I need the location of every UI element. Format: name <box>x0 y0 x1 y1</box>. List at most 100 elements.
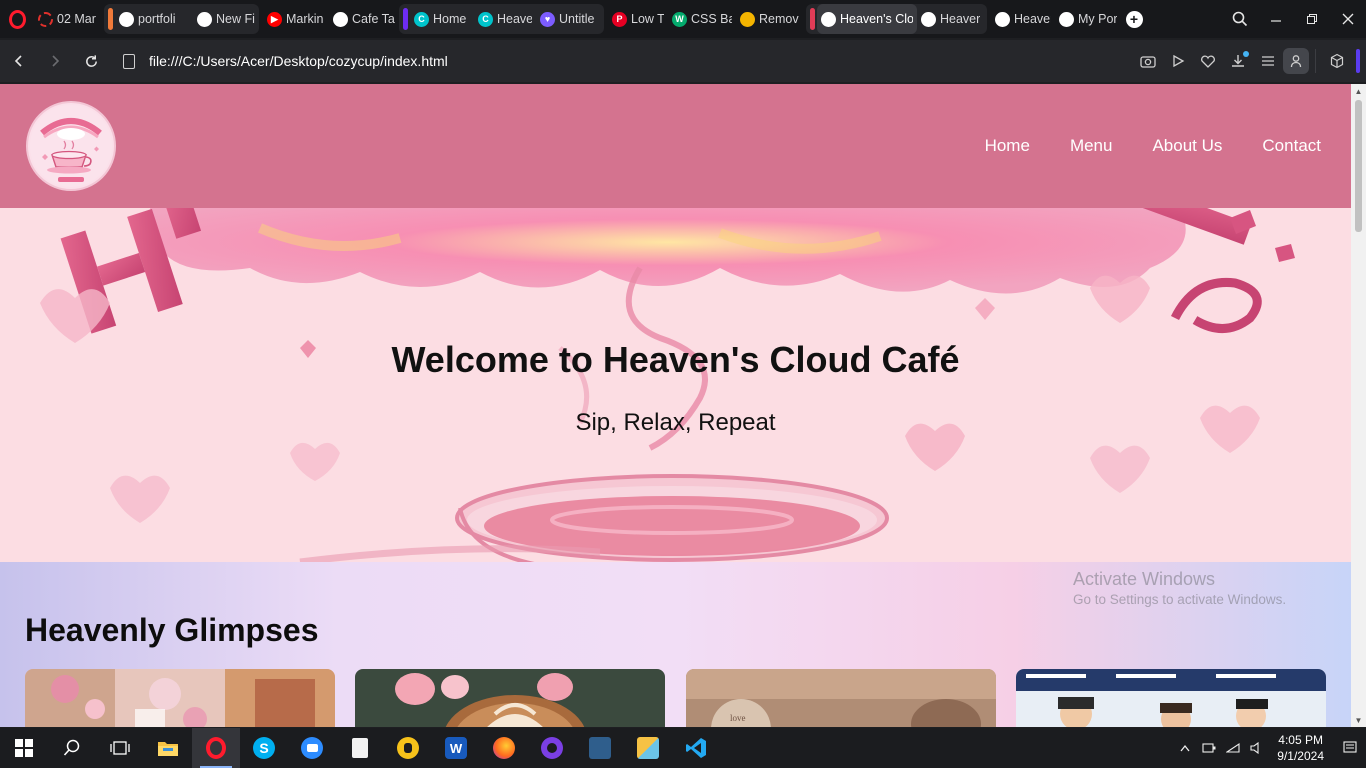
play-icon <box>1173 54 1185 68</box>
forward-button[interactable] <box>37 43 73 79</box>
cafe-logo[interactable] <box>26 101 116 191</box>
browser-tab[interactable]: Heaven <box>991 4 1055 34</box>
browser-tab[interactable]: 02 Mar <box>34 4 104 34</box>
zoom-app[interactable] <box>288 728 336 768</box>
address-toolbar: file:///C:/Users/Acer/Desktop/cozycup/in… <box>0 40 1366 82</box>
browser-tab[interactable]: My Por <box>1055 4 1121 34</box>
browser-tab[interactable]: portfoli <box>115 4 193 34</box>
minimize-button[interactable] <box>1258 0 1294 38</box>
scroll-up-arrow-icon[interactable]: ▲ <box>1351 84 1366 98</box>
photos-app[interactable] <box>624 728 672 768</box>
opera-app[interactable] <box>192 728 240 768</box>
gallery-photo[interactable] <box>25 669 335 727</box>
gallery-photo[interactable]: love <box>686 669 996 727</box>
network-tray-icon[interactable] <box>1221 728 1245 768</box>
easy-setup-button[interactable] <box>1253 46 1283 76</box>
tab-title: Low Ti <box>631 12 664 26</box>
notifications-button[interactable] <box>1338 728 1362 768</box>
extensions-button[interactable] <box>1322 46 1352 76</box>
task-view-button[interactable] <box>96 728 144 768</box>
browser-tab[interactable]: New Fil <box>193 4 259 34</box>
tab-search-button[interactable] <box>1222 0 1258 38</box>
windows-taskbar: S W 4:05 PM 9/1/2024 <box>0 728 1366 768</box>
downloads-button[interactable] <box>1223 46 1253 76</box>
cafe-logo-image <box>30 105 112 187</box>
nav-link-contact[interactable]: Contact <box>1262 136 1321 156</box>
tab-title: Home <box>433 12 467 26</box>
key-shield-icon <box>397 737 419 759</box>
opera-menu-button[interactable] <box>0 0 34 38</box>
skype-app[interactable]: S <box>240 728 288 768</box>
speaker-icon <box>1250 742 1259 754</box>
restore-button[interactable] <box>1294 0 1330 38</box>
browser-tab[interactable]: Cafe Ta <box>329 4 399 34</box>
player-button[interactable] <box>1163 46 1193 76</box>
vscode-app[interactable] <box>672 728 720 768</box>
my-flow-button[interactable] <box>1193 46 1223 76</box>
document-icon <box>352 738 368 758</box>
close-window-button[interactable] <box>1330 0 1366 38</box>
nav-link-home[interactable]: Home <box>985 136 1030 156</box>
browser-tab[interactable]: Heaven's Clo <box>817 4 917 34</box>
notification-icon <box>1343 741 1357 753</box>
browser-tab[interactable]: ▶ Markin <box>263 4 329 34</box>
shield-heart-icon: ♥ <box>540 11 555 27</box>
url-field[interactable]: file:///C:/Users/Acer/Desktop/cozycup/in… <box>123 45 448 77</box>
browser-tab[interactable]: ♥ Untitle <box>536 4 604 34</box>
firefox-app[interactable] <box>480 728 528 768</box>
browser-tab[interactable]: W CSS Ba <box>668 4 736 34</box>
browser-tab[interactable]: Remov <box>736 4 806 34</box>
nav-link-about-us[interactable]: About Us <box>1152 136 1222 156</box>
browser-tab[interactable]: C Heaven <box>474 4 536 34</box>
pinterest-icon: P <box>612 11 627 27</box>
tab-group-color-bar[interactable] <box>108 8 113 30</box>
globe-icon <box>821 11 836 27</box>
sidebar-accent-bar <box>1356 49 1360 73</box>
file-explorer-app[interactable] <box>144 728 192 768</box>
word-icon: W <box>445 737 467 759</box>
start-button[interactable] <box>0 728 48 768</box>
folder-icon <box>158 742 178 756</box>
battery-tray-icon[interactable] <box>1197 728 1221 768</box>
page-scrollbar[interactable]: ▲ ▼ <box>1351 84 1366 727</box>
new-tab-button[interactable]: + <box>1121 6 1147 32</box>
github-icon <box>119 11 134 27</box>
tab-group-orange[interactable]: portfoli New Fil <box>104 4 259 34</box>
nav-link-menu[interactable]: Menu <box>1070 136 1113 156</box>
browser-tab[interactable]: Heaver <box>917 4 987 34</box>
tab-group-color-bar[interactable] <box>403 8 408 30</box>
plus-icon: + <box>1125 10 1143 28</box>
browser-tab[interactable]: C Home <box>410 4 474 34</box>
user-icon <box>1290 55 1302 68</box>
menu-board-image <box>1016 669 1326 727</box>
sliders-icon <box>1262 56 1274 66</box>
opera-icon <box>206 737 226 759</box>
snapshot-button[interactable] <box>1133 46 1163 76</box>
profile-button[interactable] <box>1283 48 1309 74</box>
word-app[interactable]: W <box>432 728 480 768</box>
github-desktop-app[interactable] <box>528 728 576 768</box>
show-hidden-icons-button[interactable] <box>1173 728 1197 768</box>
task-view-icon <box>110 741 130 755</box>
app-builder-app[interactable] <box>576 728 624 768</box>
back-button[interactable] <box>1 43 37 79</box>
vpn-app[interactable] <box>384 728 432 768</box>
scroll-down-arrow-icon[interactable]: ▼ <box>1351 713 1366 727</box>
gallery-photo[interactable] <box>355 669 665 727</box>
tab-group-color-bar[interactable] <box>810 8 815 30</box>
taskbar-clock[interactable]: 4:05 PM 9/1/2024 <box>1277 732 1324 764</box>
volume-tray-icon[interactable] <box>1245 728 1269 768</box>
download-badge <box>1243 51 1249 57</box>
gallery-heading: Heavenly Glimpses <box>25 612 319 648</box>
reload-button[interactable] <box>73 43 109 79</box>
camera-icon <box>1140 56 1156 68</box>
taskbar-search-button[interactable] <box>48 728 96 768</box>
browser-tab[interactable]: P Low Ti <box>608 4 668 34</box>
watermark-subtitle: Go to Settings to activate Windows. <box>1073 592 1287 607</box>
chatgpt-icon <box>333 11 348 27</box>
scrollbar-thumb[interactable] <box>1355 100 1362 232</box>
gallery-photo[interactable] <box>1016 669 1326 727</box>
tab-group-purple[interactable]: C Home C Heaven ♥ Untitle <box>399 4 604 34</box>
notepad-app[interactable] <box>336 728 384 768</box>
tab-group-red[interactable]: Heaven's Clo Heaver <box>806 4 987 34</box>
